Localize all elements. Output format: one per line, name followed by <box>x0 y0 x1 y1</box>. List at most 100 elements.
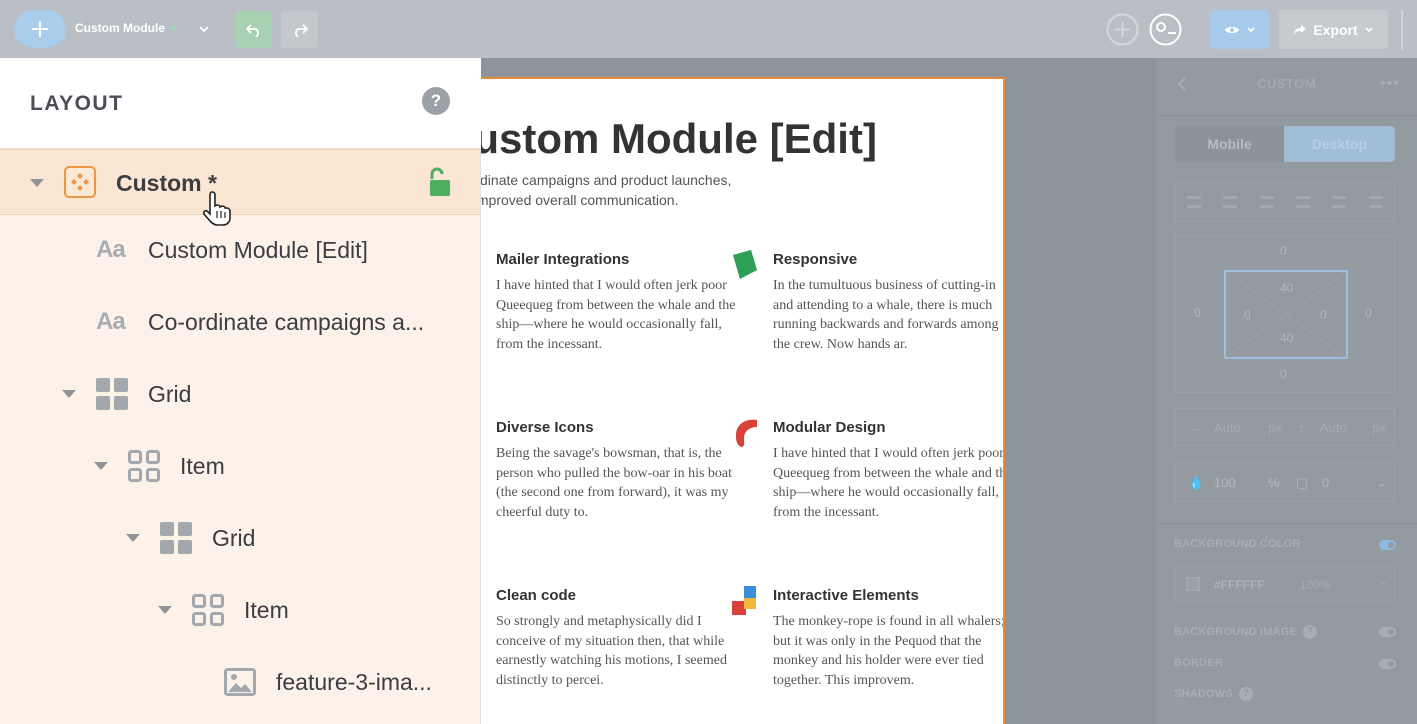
caret-down-icon[interactable] <box>94 462 108 470</box>
padding-top-value[interactable]: 40 <box>1280 281 1293 295</box>
help-icon[interactable]: ? <box>1238 687 1253 701</box>
tree-item-custom[interactable]: Custom * <box>0 149 480 215</box>
tree-item-item[interactable]: Item <box>0 433 480 499</box>
module-heading[interactable]: Custom Module [Edit] <box>481 115 877 163</box>
align-left-icon[interactable] <box>1187 196 1202 208</box>
red-curve-icon <box>735 419 757 447</box>
border-toggle[interactable] <box>1379 659 1396 669</box>
feature-text: In the tumultuous business of cutting-in… <box>773 278 999 353</box>
text-icon: Aa <box>96 308 126 335</box>
feature-text: So strongly and metaphysically did I con… <box>496 614 727 689</box>
width-arrows-icon: ↔ <box>1188 420 1201 435</box>
tree-item-grid[interactable]: Grid <box>0 505 480 571</box>
background-color-field[interactable]: #FFFFFF 100% ⌄ <box>1175 566 1395 602</box>
help-icon[interactable]: ? <box>422 87 450 115</box>
align-center-icon[interactable] <box>1223 196 1238 208</box>
margin-bottom-value[interactable]: 0 <box>1280 367 1287 381</box>
module-preview[interactable]: Custom Module [Edit] Co-ordinate campaig… <box>481 77 1005 724</box>
add-circle-icon[interactable] <box>1106 13 1139 46</box>
chevron-down-icon <box>1365 26 1373 32</box>
caret-down-icon[interactable] <box>158 606 172 614</box>
toolbar-divider <box>1401 10 1403 50</box>
color-swatch[interactable] <box>1186 577 1200 591</box>
properties-panel: CUSTOM ••• Mobile Desktop 0 0 0 0 40 0 4… <box>1156 58 1417 724</box>
background-image-toggle[interactable] <box>1379 627 1396 637</box>
add-element-button[interactable] <box>14 10 66 48</box>
align-top-icon[interactable] <box>1296 196 1311 208</box>
caret-down-icon[interactable] <box>62 390 76 398</box>
grid-icon <box>160 522 192 554</box>
padding-box: 40 0 40 0 <box>1224 270 1348 359</box>
feature-title: Mailer Integrations <box>496 251 630 268</box>
undo-button[interactable] <box>236 11 272 48</box>
height-input[interactable]: Auto <box>1320 420 1347 435</box>
layout-panel: LAYOUT ? Custom * Aa Custom Module [Edit… <box>0 58 481 724</box>
tree-item-label: Grid <box>212 525 256 551</box>
feature-text: Being the savage's bowsman, that is, the… <box>496 446 733 521</box>
feature-item[interactable]: Modular Design I have hinted that I woul… <box>773 419 1003 523</box>
color-hex-value[interactable]: #FFFFFF <box>1214 578 1265 592</box>
spacing-editor: 0 0 0 0 40 0 40 0 <box>1175 235 1395 393</box>
green-shape-icon <box>733 250 757 279</box>
tree-item-image[interactable]: feature-3-ima... <box>0 649 480 715</box>
tab-desktop[interactable]: Desktop <box>1284 126 1395 162</box>
margin-right-value[interactable]: 0 <box>1365 306 1372 320</box>
width-unit[interactable]: px <box>1268 420 1282 435</box>
feature-item[interactable]: Mailer Integrations I have hinted that I… <box>496 251 736 355</box>
tree-item-item[interactable]: Item <box>0 577 480 643</box>
opacity-input[interactable]: 100 <box>1214 475 1236 490</box>
background-image-text: BACKGROUND IMAGE <box>1174 625 1297 638</box>
border-label: BORDER <box>1174 657 1223 669</box>
chevron-down-icon[interactable]: ⌄ <box>1376 475 1387 491</box>
margin-top-value[interactable]: 0 <box>1280 244 1287 258</box>
chevron-down-icon[interactable]: ⌄ <box>1378 574 1388 588</box>
feature-item[interactable]: Diverse Icons Being the savage's bowsman… <box>496 419 736 523</box>
image-icon <box>224 668 256 696</box>
padding-bottom-value[interactable]: 40 <box>1280 331 1293 345</box>
align-bottom-icon[interactable] <box>1368 196 1383 208</box>
padding-right-value[interactable]: 0 <box>1320 308 1327 322</box>
help-icon[interactable]: ? <box>1302 625 1317 639</box>
subtitle-line-2: with improved overall communication. <box>481 192 679 208</box>
chevron-down-icon[interactable] <box>197 22 211 36</box>
color-opacity-value[interactable]: 100% <box>1300 578 1331 592</box>
tree-item-label: Item <box>244 597 289 623</box>
share-arrow-icon <box>1294 24 1307 35</box>
preview-button[interactable] <box>1209 10 1270 49</box>
caret-down-icon[interactable] <box>30 179 44 187</box>
margin-left-value[interactable]: 0 <box>1194 306 1201 320</box>
device-toggle: Mobile Desktop <box>1175 126 1395 162</box>
user-toggle-icon[interactable] <box>1149 13 1182 46</box>
more-options-icon[interactable]: ••• <box>1380 75 1400 93</box>
unlock-icon[interactable] <box>427 167 451 197</box>
feature-item[interactable]: Responsive In the tumultuous business of… <box>773 251 1003 355</box>
feature-title: Diverse Icons <box>496 419 594 436</box>
redo-button[interactable] <box>281 11 318 48</box>
width-input[interactable]: Auto <box>1214 420 1241 435</box>
tree-item-subtitle[interactable]: Aa Co-ordinate campaigns a... <box>0 289 480 355</box>
feature-item[interactable]: Clean code So strongly and metaphysicall… <box>496 587 736 691</box>
export-button[interactable]: Export <box>1279 10 1388 49</box>
padding-left-value[interactable]: 0 <box>1244 308 1251 322</box>
caret-down-icon[interactable] <box>126 534 140 542</box>
feature-title: Modular Design <box>773 419 886 436</box>
alignment-toolbar <box>1175 182 1395 222</box>
align-middle-icon[interactable] <box>1332 196 1347 208</box>
chevron-down-icon <box>1246 26 1255 32</box>
module-subtitle[interactable]: Co-ordinate campaigns and product launch… <box>481 170 745 210</box>
tree-item-label: Co-ordinate campaigns a... <box>148 309 425 335</box>
tab-mobile[interactable]: Mobile <box>1175 126 1284 162</box>
feature-item[interactable]: Interactive Elements The monkey-rope is … <box>773 587 1003 691</box>
feature-title: Interactive Elements <box>773 587 919 604</box>
divider <box>1156 523 1417 524</box>
opacity-drop-icon: 💧 <box>1188 475 1205 490</box>
tree-item-heading[interactable]: Aa Custom Module [Edit] <box>0 217 480 283</box>
background-color-toggle[interactable] <box>1379 540 1396 550</box>
radius-input[interactable]: 0 <box>1322 475 1329 490</box>
undo-icon <box>246 23 259 37</box>
feature-text: I have hinted that I would often jerk po… <box>496 278 736 353</box>
tree-item-grid[interactable]: Grid <box>0 361 480 427</box>
align-right-icon[interactable] <box>1259 196 1274 208</box>
module-selector[interactable]: Custom Module <box>75 21 176 35</box>
height-unit[interactable]: px <box>1372 420 1386 435</box>
